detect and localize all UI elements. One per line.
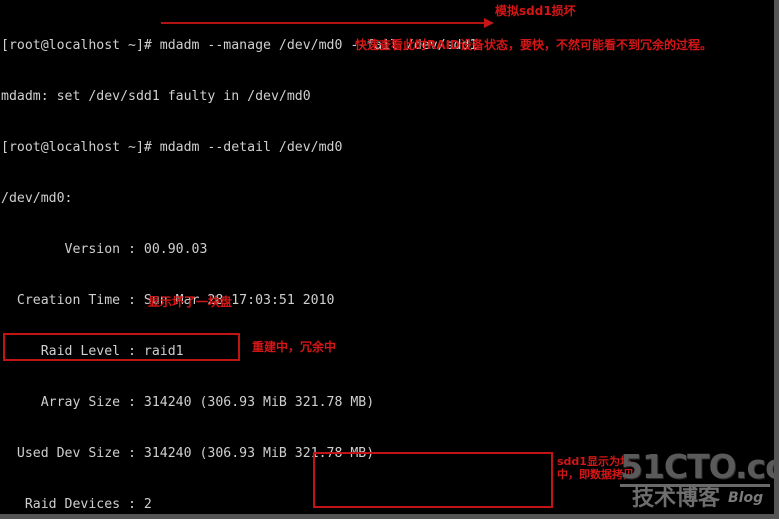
annotation-detail-command: 快速查看此时RAID设备状态，要快，不然可能看不到冗余的过程。 [355,38,712,52]
annotation-fail-command: 模拟sdd1损坏 [495,4,576,18]
terminal-line: /dev/md0: [1,191,73,206]
terminal-line: Version : 00.90.03 [1,242,208,257]
terminal-line: Array Size : 314240 (306.93 MiB 321.78 M… [1,395,375,410]
annotation-device-box-line1: sdd1显示为坏， [557,455,642,468]
terminal-line: Raid Level : raid1 [1,344,184,359]
annotation-rebuild-status: 重建中，冗余中 [252,340,337,354]
terminal-line: mdadm: set /dev/sdd1 faulty in /dev/md0 [1,89,311,104]
fail-command-arrow-icon [484,18,494,28]
window-right-edge [774,0,779,519]
terminal-line: Raid Devices : 2 [1,497,152,512]
terminal-line: [root@localhost ~]# mdadm --detail /dev/… [1,140,343,155]
annotation-device-box-line2: 中，即数据拷贝 [557,468,634,481]
terminal-output[interactable]: [root@localhost ~]# mdadm --manage /dev/… [0,0,779,519]
terminal-screenshot: [root@localhost ~]# mdadm --manage /dev/… [0,0,779,519]
annotation-failed-devices: 显示坏了一块盘 [148,295,233,309]
terminal-line: Used Dev Size : 314240 (306.93 MiB 321.7… [1,446,375,461]
terminal-line: Creation Time : Sun Mar 28 17:03:51 2010 [1,293,335,308]
window-bottom-edge [0,514,779,519]
fail-command-underline [161,22,486,24]
